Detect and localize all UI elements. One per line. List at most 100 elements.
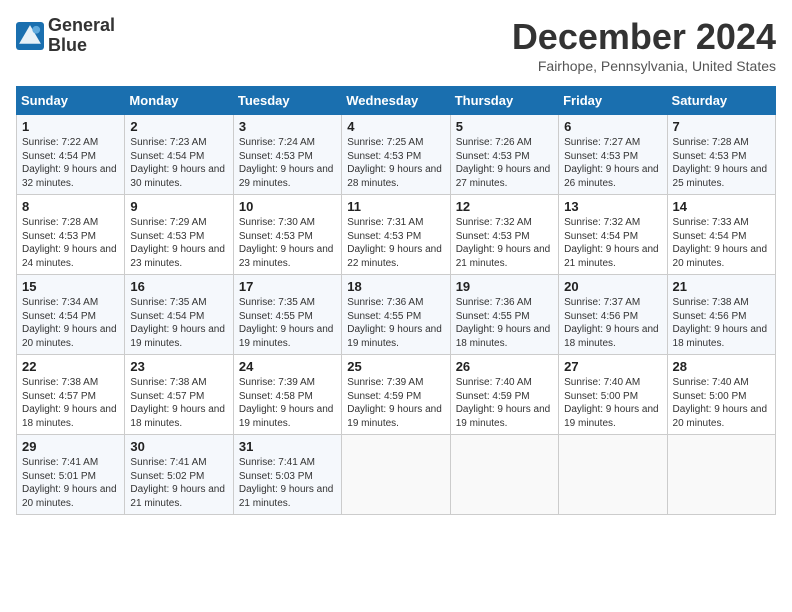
- day-info: Sunrise: 7:24 AM Sunset: 4:53 PM Dayligh…: [239, 136, 336, 190]
- day-info: Sunrise: 7:34 AM Sunset: 4:54 PM Dayligh…: [22, 296, 119, 350]
- day-info: Sunrise: 7:25 AM Sunset: 4:53 PM Dayligh…: [347, 136, 444, 190]
- calendar-body: 1 Sunrise: 7:22 AM Sunset: 4:54 PM Dayli…: [17, 115, 776, 515]
- calendar-day-cell: [342, 435, 450, 515]
- calendar-day-cell: 27 Sunrise: 7:40 AM Sunset: 5:00 PM Dayl…: [559, 355, 667, 435]
- day-info: Sunrise: 7:39 AM Sunset: 4:59 PM Dayligh…: [347, 376, 444, 430]
- day-info: Sunrise: 7:41 AM Sunset: 5:01 PM Dayligh…: [22, 456, 119, 510]
- title-block: December 2024 Fairhope, Pennsylvania, Un…: [512, 16, 776, 74]
- calendar-day-cell: 15 Sunrise: 7:34 AM Sunset: 4:54 PM Dayl…: [17, 275, 125, 355]
- day-number: 7: [673, 119, 770, 134]
- day-info: Sunrise: 7:38 AM Sunset: 4:57 PM Dayligh…: [130, 376, 227, 430]
- day-info: Sunrise: 7:36 AM Sunset: 4:55 PM Dayligh…: [347, 296, 444, 350]
- day-info: Sunrise: 7:40 AM Sunset: 4:59 PM Dayligh…: [456, 376, 553, 430]
- day-info: Sunrise: 7:28 AM Sunset: 4:53 PM Dayligh…: [673, 136, 770, 190]
- calendar-week-row: 22 Sunrise: 7:38 AM Sunset: 4:57 PM Dayl…: [17, 355, 776, 435]
- calendar-day-cell: 3 Sunrise: 7:24 AM Sunset: 4:53 PM Dayli…: [233, 115, 341, 195]
- calendar-day-cell: 26 Sunrise: 7:40 AM Sunset: 4:59 PM Dayl…: [450, 355, 558, 435]
- calendar-day-cell: [667, 435, 775, 515]
- calendar-day-cell: 4 Sunrise: 7:25 AM Sunset: 4:53 PM Dayli…: [342, 115, 450, 195]
- calendar-day-cell: 5 Sunrise: 7:26 AM Sunset: 4:53 PM Dayli…: [450, 115, 558, 195]
- calendar-day-cell: 22 Sunrise: 7:38 AM Sunset: 4:57 PM Dayl…: [17, 355, 125, 435]
- weekday-header-cell: Tuesday: [233, 87, 341, 115]
- calendar-day-cell: 20 Sunrise: 7:37 AM Sunset: 4:56 PM Dayl…: [559, 275, 667, 355]
- day-number: 14: [673, 199, 770, 214]
- day-info: Sunrise: 7:23 AM Sunset: 4:54 PM Dayligh…: [130, 136, 227, 190]
- day-info: Sunrise: 7:40 AM Sunset: 5:00 PM Dayligh…: [673, 376, 770, 430]
- calendar-day-cell: 31 Sunrise: 7:41 AM Sunset: 5:03 PM Dayl…: [233, 435, 341, 515]
- calendar-day-cell: 6 Sunrise: 7:27 AM Sunset: 4:53 PM Dayli…: [559, 115, 667, 195]
- day-info: Sunrise: 7:38 AM Sunset: 4:57 PM Dayligh…: [22, 376, 119, 430]
- day-info: Sunrise: 7:30 AM Sunset: 4:53 PM Dayligh…: [239, 216, 336, 270]
- day-number: 28: [673, 359, 770, 374]
- calendar-day-cell: 1 Sunrise: 7:22 AM Sunset: 4:54 PM Dayli…: [17, 115, 125, 195]
- day-info: Sunrise: 7:39 AM Sunset: 4:58 PM Dayligh…: [239, 376, 336, 430]
- day-number: 19: [456, 279, 553, 294]
- calendar-day-cell: 17 Sunrise: 7:35 AM Sunset: 4:55 PM Dayl…: [233, 275, 341, 355]
- day-number: 9: [130, 199, 227, 214]
- logo-text: General Blue: [48, 16, 115, 56]
- day-info: Sunrise: 7:36 AM Sunset: 4:55 PM Dayligh…: [456, 296, 553, 350]
- day-number: 11: [347, 199, 444, 214]
- day-info: Sunrise: 7:31 AM Sunset: 4:53 PM Dayligh…: [347, 216, 444, 270]
- month-title: December 2024: [512, 16, 776, 58]
- day-number: 23: [130, 359, 227, 374]
- day-number: 2: [130, 119, 227, 134]
- day-number: 29: [22, 439, 119, 454]
- weekday-header-row: SundayMondayTuesdayWednesdayThursdayFrid…: [17, 87, 776, 115]
- weekday-header-cell: Monday: [125, 87, 233, 115]
- day-number: 31: [239, 439, 336, 454]
- calendar-day-cell: [450, 435, 558, 515]
- day-number: 20: [564, 279, 661, 294]
- day-info: Sunrise: 7:38 AM Sunset: 4:56 PM Dayligh…: [673, 296, 770, 350]
- location-subtitle: Fairhope, Pennsylvania, United States: [512, 58, 776, 74]
- weekday-header-cell: Saturday: [667, 87, 775, 115]
- day-number: 26: [456, 359, 553, 374]
- calendar-week-row: 15 Sunrise: 7:34 AM Sunset: 4:54 PM Dayl…: [17, 275, 776, 355]
- calendar-day-cell: 29 Sunrise: 7:41 AM Sunset: 5:01 PM Dayl…: [17, 435, 125, 515]
- calendar-header: SundayMondayTuesdayWednesdayThursdayFrid…: [17, 87, 776, 115]
- calendar-day-cell: 2 Sunrise: 7:23 AM Sunset: 4:54 PM Dayli…: [125, 115, 233, 195]
- calendar-day-cell: 16 Sunrise: 7:35 AM Sunset: 4:54 PM Dayl…: [125, 275, 233, 355]
- calendar-week-row: 8 Sunrise: 7:28 AM Sunset: 4:53 PM Dayli…: [17, 195, 776, 275]
- calendar-day-cell: 28 Sunrise: 7:40 AM Sunset: 5:00 PM Dayl…: [667, 355, 775, 435]
- calendar-day-cell: 18 Sunrise: 7:36 AM Sunset: 4:55 PM Dayl…: [342, 275, 450, 355]
- day-number: 12: [456, 199, 553, 214]
- calendar-day-cell: 12 Sunrise: 7:32 AM Sunset: 4:53 PM Dayl…: [450, 195, 558, 275]
- day-number: 18: [347, 279, 444, 294]
- weekday-header-cell: Thursday: [450, 87, 558, 115]
- page-header: General Blue December 2024 Fairhope, Pen…: [16, 16, 776, 74]
- day-number: 24: [239, 359, 336, 374]
- day-info: Sunrise: 7:37 AM Sunset: 4:56 PM Dayligh…: [564, 296, 661, 350]
- day-number: 25: [347, 359, 444, 374]
- weekday-header-cell: Sunday: [17, 87, 125, 115]
- day-info: Sunrise: 7:33 AM Sunset: 4:54 PM Dayligh…: [673, 216, 770, 270]
- day-info: Sunrise: 7:28 AM Sunset: 4:53 PM Dayligh…: [22, 216, 119, 270]
- day-info: Sunrise: 7:32 AM Sunset: 4:54 PM Dayligh…: [564, 216, 661, 270]
- calendar-day-cell: 30 Sunrise: 7:41 AM Sunset: 5:02 PM Dayl…: [125, 435, 233, 515]
- day-info: Sunrise: 7:27 AM Sunset: 4:53 PM Dayligh…: [564, 136, 661, 190]
- logo: General Blue: [16, 16, 115, 56]
- calendar-day-cell: 19 Sunrise: 7:36 AM Sunset: 4:55 PM Dayl…: [450, 275, 558, 355]
- day-number: 27: [564, 359, 661, 374]
- day-number: 15: [22, 279, 119, 294]
- day-number: 21: [673, 279, 770, 294]
- day-number: 10: [239, 199, 336, 214]
- day-info: Sunrise: 7:41 AM Sunset: 5:03 PM Dayligh…: [239, 456, 336, 510]
- day-number: 5: [456, 119, 553, 134]
- day-number: 22: [22, 359, 119, 374]
- calendar-day-cell: 21 Sunrise: 7:38 AM Sunset: 4:56 PM Dayl…: [667, 275, 775, 355]
- calendar-day-cell: 14 Sunrise: 7:33 AM Sunset: 4:54 PM Dayl…: [667, 195, 775, 275]
- calendar-day-cell: 9 Sunrise: 7:29 AM Sunset: 4:53 PM Dayli…: [125, 195, 233, 275]
- calendar-day-cell: 24 Sunrise: 7:39 AM Sunset: 4:58 PM Dayl…: [233, 355, 341, 435]
- day-number: 30: [130, 439, 227, 454]
- weekday-header-cell: Wednesday: [342, 87, 450, 115]
- day-number: 1: [22, 119, 119, 134]
- day-number: 6: [564, 119, 661, 134]
- calendar-day-cell: 23 Sunrise: 7:38 AM Sunset: 4:57 PM Dayl…: [125, 355, 233, 435]
- day-info: Sunrise: 7:40 AM Sunset: 5:00 PM Dayligh…: [564, 376, 661, 430]
- calendar-day-cell: 11 Sunrise: 7:31 AM Sunset: 4:53 PM Dayl…: [342, 195, 450, 275]
- day-number: 3: [239, 119, 336, 134]
- day-number: 13: [564, 199, 661, 214]
- calendar-day-cell: 7 Sunrise: 7:28 AM Sunset: 4:53 PM Dayli…: [667, 115, 775, 195]
- calendar-day-cell: 25 Sunrise: 7:39 AM Sunset: 4:59 PM Dayl…: [342, 355, 450, 435]
